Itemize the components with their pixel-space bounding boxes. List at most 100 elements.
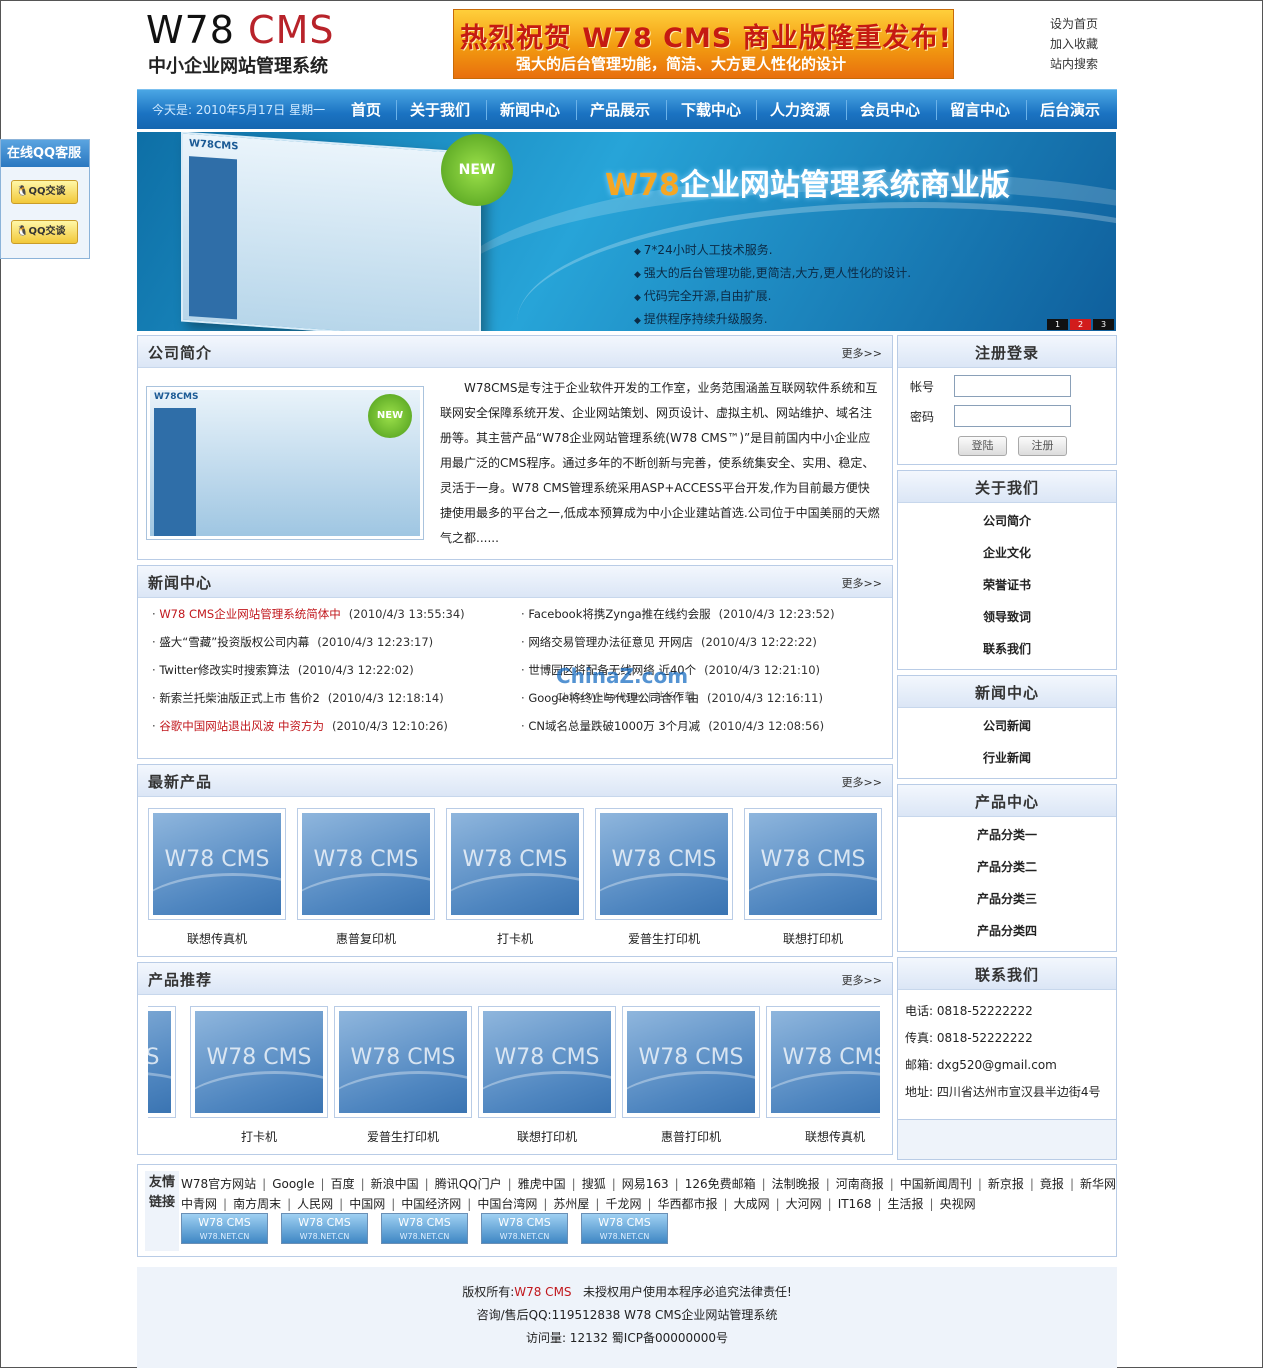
product-name[interactable]: 联想打印机 [744, 930, 882, 947]
hero-page-1[interactable]: 1 [1047, 319, 1068, 330]
nav-news[interactable]: 新闻中心 [500, 99, 560, 120]
friend-link[interactable]: 人民网 [297, 1197, 333, 1211]
product-thumbnail[interactable]: W78 CMS [622, 1006, 760, 1118]
news-title[interactable]: 新索兰托柴油版正式上市 售价2 [159, 691, 319, 705]
product-card[interactable]: W78 CMS 惠普打印机 [622, 1006, 760, 1145]
company-intro-more-link[interactable]: 更多>> [842, 345, 882, 361]
friend-link[interactable]: W78官方网站 [181, 1177, 256, 1191]
friend-link[interactable]: 法制晚报 [772, 1177, 820, 1191]
product-name[interactable]: 打卡机 [190, 1128, 328, 1145]
friend-link[interactable]: 雅虎中国 [518, 1177, 566, 1191]
product-card[interactable]: W78 CMS 联想打印机 [478, 1006, 616, 1145]
product-card[interactable]: W78 CMS 联想传真机 [766, 1006, 880, 1145]
set-homepage-link[interactable]: 设为首页 [1050, 14, 1098, 34]
news-center-more-link[interactable]: 更多>> [842, 575, 882, 591]
product-card[interactable]: W78 CMS [148, 1006, 176, 1118]
nav-guestbook[interactable]: 留言中心 [950, 99, 1010, 120]
news-title[interactable]: W78 CMS企业网站管理系统简体中 [159, 607, 340, 621]
company-intro-image[interactable]: W78CMS NEW [146, 386, 424, 540]
about-link[interactable]: 荣誉证书 [898, 569, 1116, 601]
product-card[interactable]: W78 CMS 打卡机 [446, 808, 584, 947]
friend-link[interactable]: 126免费邮箱 [685, 1177, 756, 1191]
friend-link[interactable]: 新华网 [1080, 1177, 1116, 1191]
product-name[interactable]: 联想传真机 [148, 930, 286, 947]
recommended-products-more-link[interactable]: 更多>> [842, 972, 882, 988]
friend-link[interactable]: 中国经济网 [401, 1197, 461, 1211]
product-category-link[interactable]: 产品分类四 [898, 915, 1116, 947]
qq-chat-button[interactable]: 🐧QQ交谈 [11, 180, 78, 204]
password-input[interactable] [954, 405, 1071, 427]
friend-link[interactable]: 腾讯QQ门户 [435, 1177, 502, 1191]
hero-page-3[interactable]: 3 [1093, 319, 1114, 330]
nav-downloads[interactable]: 下载中心 [681, 99, 741, 120]
product-name[interactable]: 惠普复印机 [297, 930, 435, 947]
friend-link[interactable]: 竟报 [1040, 1177, 1064, 1191]
product-name[interactable]: 爱普生打印机 [595, 930, 733, 947]
product-category-link[interactable]: 产品分类一 [898, 819, 1116, 851]
product-thumbnail[interactable]: W78 CMS [595, 808, 733, 920]
product-thumbnail[interactable]: W78 CMS [190, 1006, 328, 1118]
friend-link[interactable]: 生活报 [888, 1197, 924, 1211]
friend-link-badge[interactable]: W78 CMS W78.NET.CN [481, 1213, 568, 1244]
about-link[interactable]: 联系我们 [898, 633, 1116, 665]
product-card[interactable]: W78 CMS 爱普生打印机 [595, 808, 733, 947]
site-search-link[interactable]: 站内搜索 [1050, 54, 1098, 74]
news-title[interactable]: Facebook将携Zynga推在线约会服 [528, 607, 710, 621]
news-title[interactable]: 盛大“雪藏”投资版权公司内幕 [159, 635, 309, 649]
product-thumbnail[interactable]: W78 CMS [766, 1006, 880, 1118]
product-thumbnail[interactable]: W78 CMS [297, 808, 435, 920]
friend-link[interactable]: 中国网 [349, 1197, 385, 1211]
nav-products[interactable]: 产品展示 [590, 99, 650, 120]
news-item[interactable]: Facebook将携Zynga推在线约会服 (2010/4/3 12:23:52) [521, 606, 834, 634]
product-thumbnail[interactable]: W78 CMS [446, 808, 584, 920]
friend-link-badge[interactable]: W78 CMS W78.NET.CN [281, 1213, 368, 1244]
friend-link[interactable]: Google [272, 1177, 314, 1191]
nav-about[interactable]: 关于我们 [410, 99, 470, 120]
news-item[interactable]: Twitter修改实时搜索算法 (2010/4/3 12:22:02) [152, 662, 465, 690]
product-name[interactable]: 联想打印机 [478, 1128, 616, 1145]
friend-link[interactable]: 新浪中国 [371, 1177, 419, 1191]
about-link[interactable]: 领导致词 [898, 601, 1116, 633]
nav-members[interactable]: 会员中心 [860, 99, 920, 120]
nav-admin-demo[interactable]: 后台演示 [1040, 99, 1100, 120]
news-title[interactable]: 谷歌中国网站退出风波 中资方为 [159, 719, 324, 733]
product-thumbnail[interactable]: W78 CMS [334, 1006, 472, 1118]
friend-link-badge[interactable]: W78 CMS W78.NET.CN [581, 1213, 668, 1244]
about-link[interactable]: 公司简介 [898, 505, 1116, 537]
product-card[interactable]: W78 CMS 打卡机 [190, 1006, 328, 1145]
news-item[interactable]: 新索兰托柴油版正式上市 售价2 (2010/4/3 12:18:14) [152, 690, 465, 718]
news-category-link[interactable]: 公司新闻 [898, 710, 1116, 742]
nav-hr[interactable]: 人力资源 [770, 99, 830, 120]
friend-link[interactable]: 央视网 [940, 1197, 976, 1211]
add-favorite-link[interactable]: 加入收藏 [1050, 34, 1098, 54]
news-item[interactable]: CN域名总量跌破1000万 3个月减 (2010/4/3 12:08:56) [521, 718, 835, 746]
product-thumbnail[interactable]: W78 CMS [148, 1006, 176, 1118]
product-name[interactable]: 惠普打印机 [622, 1128, 760, 1145]
friend-link[interactable]: 中青网 [181, 1197, 217, 1211]
product-thumbnail[interactable]: W78 CMS [744, 808, 882, 920]
friend-link[interactable]: 华西都市报 [658, 1197, 718, 1211]
friend-link[interactable]: 网易163 [622, 1177, 669, 1191]
friend-link[interactable]: 中国新闻周刊 [900, 1177, 972, 1191]
product-card[interactable]: W78 CMS 惠普复印机 [297, 808, 435, 947]
friend-link[interactable]: 千龙网 [605, 1197, 641, 1211]
news-title[interactable]: Twitter修改实时搜索算法 [159, 663, 290, 677]
product-card[interactable]: W78 CMS 爱普生打印机 [334, 1006, 472, 1145]
friend-link[interactable]: 大成网 [734, 1197, 770, 1211]
login-button[interactable]: 登陆 [958, 436, 1007, 456]
friend-link[interactable]: 百度 [331, 1177, 355, 1191]
news-title[interactable]: CN域名总量跌破1000万 3个月减 [528, 719, 700, 733]
friend-link[interactable]: 南方周末 [233, 1197, 281, 1211]
news-category-link[interactable]: 行业新闻 [898, 742, 1116, 774]
hero-page-2[interactable]: 2 [1070, 319, 1091, 330]
friend-link[interactable]: 苏州屋 [553, 1197, 589, 1211]
friend-link[interactable]: 搜狐 [582, 1177, 606, 1191]
product-category-link[interactable]: 产品分类三 [898, 883, 1116, 915]
product-card[interactable]: W78 CMS 联想打印机 [744, 808, 882, 947]
about-link[interactable]: 企业文化 [898, 537, 1116, 569]
nav-home[interactable]: 首页 [351, 99, 381, 120]
product-thumbnail[interactable]: W78 CMS [148, 808, 286, 920]
product-name[interactable]: 联想传真机 [766, 1128, 880, 1145]
friend-link-badge[interactable]: W78 CMS W78.NET.CN [381, 1213, 468, 1244]
product-category-link[interactable]: 产品分类二 [898, 851, 1116, 883]
